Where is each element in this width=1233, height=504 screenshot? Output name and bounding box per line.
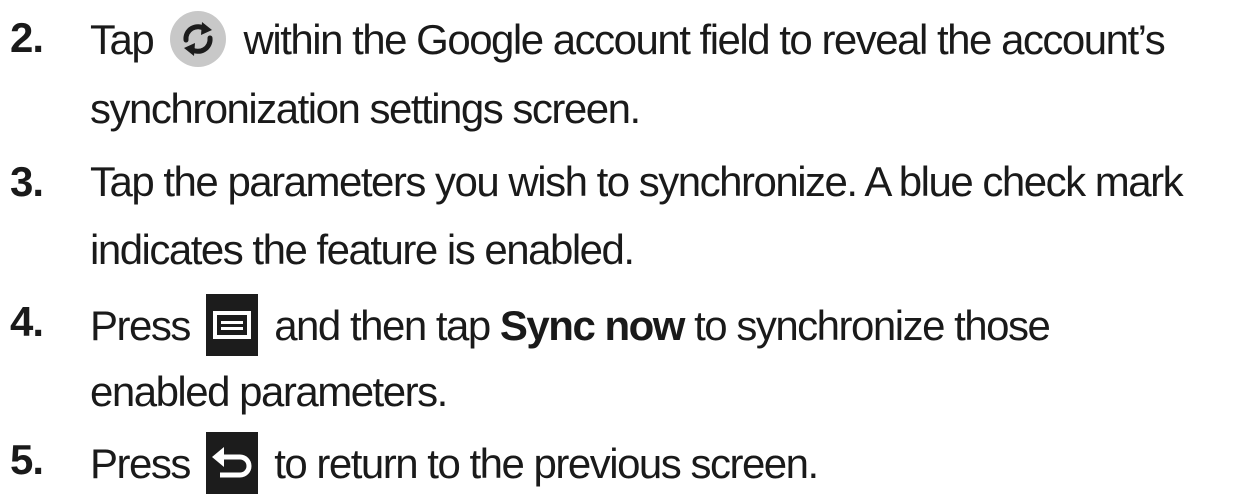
step-line: enabled parameters. (90, 368, 448, 415)
step-text: to return to the previous screen. (264, 440, 819, 488)
sync-icon (169, 10, 227, 68)
step-line: Tap within the Google account field to r… (90, 11, 1166, 72)
step-number: 2. (10, 14, 44, 61)
step-line: Press and then tap Sync now to synchroni… (90, 294, 1051, 360)
step-number: 3. (10, 158, 44, 205)
step-line: indicates the feature is enabled. (90, 226, 635, 273)
back-icon (206, 432, 259, 494)
step-text: and then tap (264, 302, 500, 350)
step-text: Press (90, 302, 201, 350)
step-number: 4. (10, 298, 44, 345)
step-text: to synchronize those (694, 302, 1051, 350)
step-bold-text: Sync now (499, 302, 695, 350)
step-text: Tap (90, 16, 164, 64)
step-line: Press to return to the previous screen. (90, 432, 819, 498)
step-text: Press (90, 440, 201, 488)
step-line: synchronization settings screen. (90, 85, 641, 132)
step-line: Tap the parameters you wish to synchroni… (90, 158, 1184, 205)
step-number: 5. (10, 436, 44, 483)
menu-icon (206, 294, 259, 356)
step-text: within the Google account field to revea… (233, 16, 1166, 64)
